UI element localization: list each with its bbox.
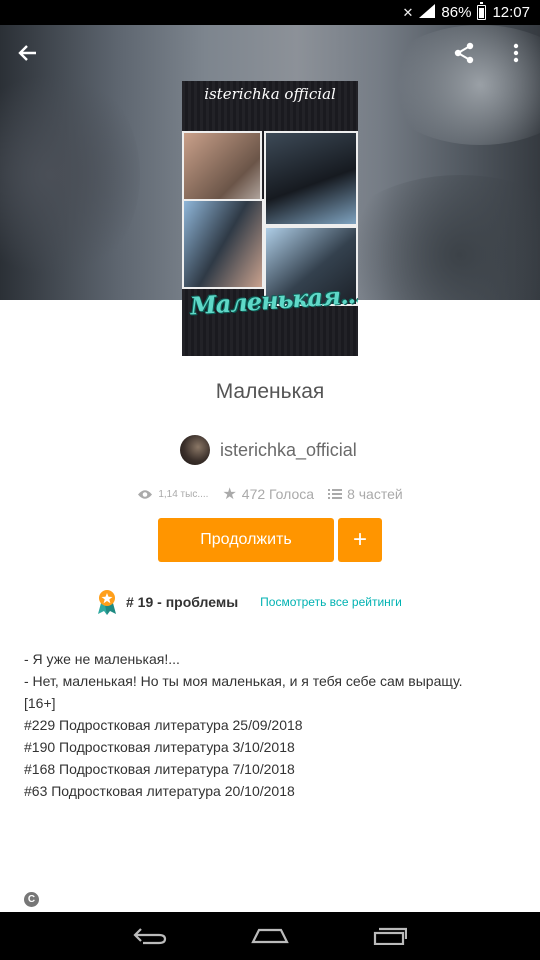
description-line: #168 Подростковая литература 7/10/2018 [24,761,295,777]
back-arrow-icon [18,45,36,61]
description-line: #63 Подростковая литература 20/10/2018 [24,783,295,799]
mute-icon: ✕ [402,4,414,20]
votes-count: 472 Голоса [241,486,315,502]
votes-stat: ★ 472 Голоса [222,484,314,504]
ranking-row: # 19 - проблемы Посмотреть все рейтинги [96,589,402,615]
cover-photo [264,131,358,226]
share-icon [454,42,474,64]
nav-back-button[interactable] [126,916,174,956]
cover-photo [182,199,264,289]
parts-stat: 8 частей [328,486,403,502]
more-options-button[interactable] [498,35,534,71]
view-all-rankings-link[interactable]: Посмотреть все рейтинги [260,595,402,609]
description-line: - Нет, маленькая! Но ты моя маленькая, и… [24,673,463,689]
nav-home-button[interactable] [246,916,294,956]
book-cover[interactable]: isterichka official Маленькая... [182,81,358,356]
cover-author-text: isterichka official [204,85,336,103]
medal-icon [96,589,118,615]
nav-recents-icon [373,927,407,945]
status-bar: ✕ 86% 12:07 [0,0,540,25]
description-line: [16+] [24,695,56,711]
copyright-icon: C [24,892,39,907]
share-button[interactable] [446,35,482,71]
nav-home-icon [251,928,289,944]
add-to-library-button[interactable]: + [338,518,382,562]
description-line: - Я уже не маленькая!... [24,651,180,667]
nav-back-icon [133,928,167,945]
avatar [180,435,210,465]
list-icon [328,489,343,499]
views-stat: 1,14 тыс.... [137,489,208,500]
story-title: Маленькая [215,380,325,403]
eye-icon [138,489,153,499]
signal-icon [419,4,436,21]
views-count: 1,14 тыс.... [158,488,209,500]
star-icon: ★ [222,486,237,503]
author-link[interactable]: isterichka_official [180,434,357,466]
clock: 12:07 [492,4,530,21]
rank-label: # 19 - проблемы [126,594,239,610]
continue-reading-button[interactable]: Продолжить [158,518,334,562]
more-vert-icon [513,43,519,63]
nav-recents-button[interactable] [366,916,414,956]
parts-count: 8 частей [347,486,403,502]
author-name: isterichka_official [220,439,357,460]
description-line: #190 Подростковая литература 3/10/2018 [24,739,295,755]
battery-icon [477,2,487,20]
system-nav-bar [0,912,540,960]
story-description: - Я уже не маленькая!... - Нет, маленька… [24,648,520,802]
battery-percent: 86% [441,4,472,21]
description-line: #229 Подростковая литература 25/09/2018 [24,717,303,733]
back-button[interactable] [10,35,46,71]
story-stats: 1,14 тыс.... ★ 472 Голоса 8 частей [0,484,540,504]
